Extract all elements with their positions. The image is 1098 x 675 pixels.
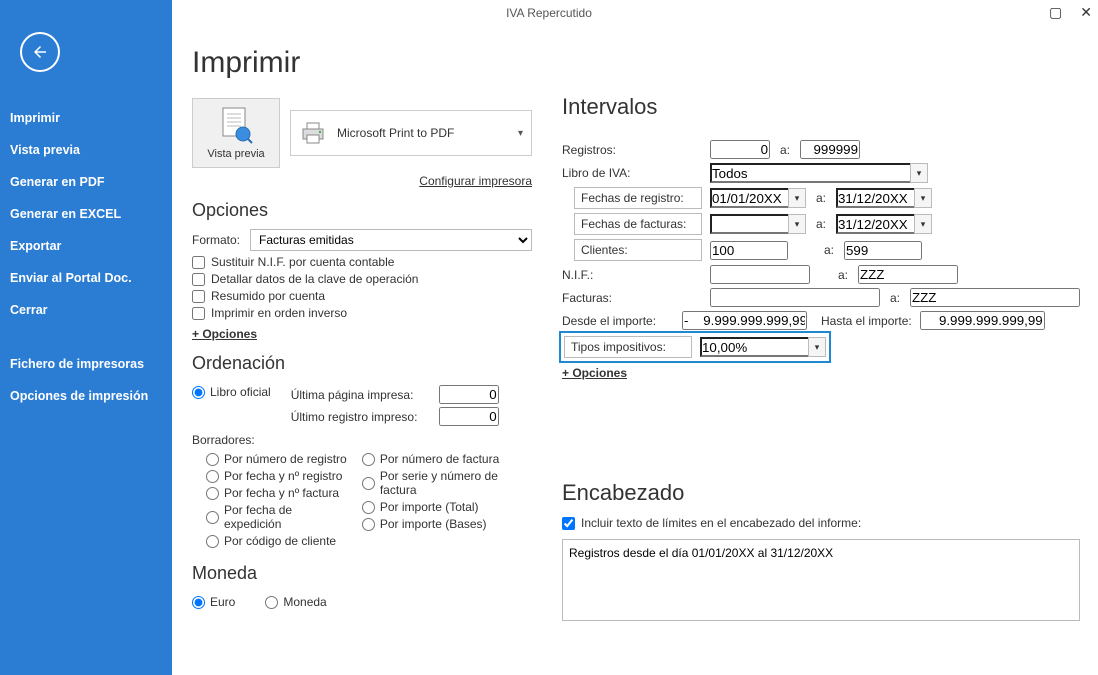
nif-from[interactable]: [710, 265, 810, 284]
chevron-down-icon[interactable]: ▾: [914, 188, 932, 208]
radio-importe-bases[interactable]: Por importe (Bases): [362, 517, 532, 531]
sidebar-item-imprimir[interactable]: Imprimir: [0, 102, 172, 134]
radio-euro[interactable]: Euro: [192, 595, 235, 609]
section-encabezado: Encabezado: [562, 480, 1080, 506]
radio-moneda[interactable]: Moneda: [265, 595, 326, 609]
desde-importe-label: Desde el importe:: [562, 314, 674, 328]
sidebar-item-opciones-impresion[interactable]: Opciones de impresión: [0, 380, 172, 412]
close-icon[interactable]: ✕: [1080, 4, 1092, 21]
check-incluir-texto-limites[interactable]: Incluir texto de límites en el encabezad…: [562, 516, 1080, 530]
libro-iva-label: Libro de IVA:: [562, 166, 702, 180]
ult-pag-input[interactable]: [439, 385, 499, 404]
vista-previa-button[interactable]: Vista previa: [192, 98, 280, 168]
radio-fecha-registro[interactable]: Por fecha y nº registro: [206, 469, 348, 483]
radio-fecha-expedicion[interactable]: Por fecha de expedición: [206, 503, 348, 531]
fechas-registro-to[interactable]: [836, 188, 914, 208]
intervalos-more-link[interactable]: + Opciones: [562, 366, 627, 380]
vista-previa-label: Vista previa: [207, 148, 264, 160]
printer-name: Microsoft Print to PDF: [337, 126, 454, 140]
section-ordenacion: Ordenación: [192, 353, 532, 374]
configurar-impresora-link[interactable]: Configurar impresora: [192, 174, 532, 188]
ult-reg-input[interactable]: [439, 407, 499, 426]
registros-from[interactable]: [710, 140, 770, 159]
facturas-label: Facturas:: [562, 291, 702, 305]
facturas-to[interactable]: [910, 288, 1080, 307]
back-button[interactable]: [20, 32, 60, 72]
clientes-from[interactable]: [710, 241, 788, 260]
maximize-icon[interactable]: ▢: [1049, 4, 1062, 21]
tipos-impositivos-label[interactable]: Tipos impositivos:: [564, 336, 692, 358]
hasta-importe-label: Hasta el importe:: [821, 314, 912, 328]
printer-selector[interactable]: Microsoft Print to PDF ▾: [290, 110, 532, 156]
chevron-down-icon[interactable]: ▾: [788, 214, 806, 234]
fechas-registro-from[interactable]: [710, 188, 788, 208]
chevron-down-icon[interactable]: ▾: [910, 163, 928, 183]
window-title: IVA Repercutido: [506, 6, 592, 20]
facturas-from[interactable]: [710, 288, 880, 307]
chevron-down-icon[interactable]: ▾: [788, 188, 806, 208]
sidebar-item-vista-previa[interactable]: Vista previa: [0, 134, 172, 166]
radio-fecha-factura[interactable]: Por fecha y nº factura: [206, 486, 348, 500]
document-preview-icon: [219, 106, 253, 144]
sidebar-item-generar-excel[interactable]: Generar en EXCEL: [0, 198, 172, 230]
libro-iva-select[interactable]: [710, 163, 910, 183]
check-orden-inverso[interactable]: Imprimir en orden inverso: [192, 306, 532, 320]
sidebar-item-enviar-portal[interactable]: Enviar al Portal Doc.: [0, 262, 172, 294]
nif-to[interactable]: [858, 265, 958, 284]
ult-reg-label: Último registro impreso:: [291, 410, 431, 424]
fechas-registro-label[interactable]: Fechas de registro:: [574, 187, 702, 209]
fechas-facturas-label[interactable]: Fechas de facturas:: [574, 213, 702, 235]
a-label: a:: [778, 143, 792, 157]
formato-label: Formato:: [192, 233, 244, 247]
radio-libro-oficial[interactable]: Libro oficial: [192, 385, 271, 399]
page-title: Imprimir: [192, 46, 532, 80]
check-detallar-clave[interactable]: Detallar datos de la clave de operación: [192, 272, 532, 286]
borradores-label: Borradores:: [192, 433, 532, 447]
sidebar-item-exportar[interactable]: Exportar: [0, 230, 172, 262]
clientes-label[interactable]: Clientes:: [574, 239, 702, 261]
chevron-down-icon[interactable]: ▾: [808, 337, 826, 357]
printer-icon: [299, 121, 327, 145]
sidebar-item-generar-pdf[interactable]: Generar en PDF: [0, 166, 172, 198]
clientes-to[interactable]: [844, 241, 922, 260]
section-opciones: Opciones: [192, 200, 532, 221]
radio-num-registro[interactable]: Por número de registro: [206, 452, 348, 466]
sidebar-item-cerrar[interactable]: Cerrar: [0, 294, 172, 326]
registros-label: Registros:: [562, 143, 702, 157]
section-intervalos: Intervalos: [562, 94, 1080, 120]
sidebar-item-fichero-impresoras[interactable]: Fichero de impresoras: [0, 348, 172, 380]
ult-pag-label: Última página impresa:: [291, 388, 431, 402]
desde-importe-input[interactable]: [682, 311, 807, 330]
fechas-facturas-to[interactable]: [836, 214, 914, 234]
radio-num-factura[interactable]: Por número de factura: [362, 452, 532, 466]
check-resumido-cuenta[interactable]: Resumido por cuenta: [192, 289, 532, 303]
hasta-importe-input[interactable]: [920, 311, 1045, 330]
encabezado-textarea[interactable]: [562, 539, 1080, 621]
fechas-facturas-from[interactable]: [710, 214, 788, 234]
sidebar: Imprimir Vista previa Generar en PDF Gen…: [0, 0, 172, 675]
registros-to[interactable]: [800, 140, 860, 159]
radio-codigo-cliente[interactable]: Por código de cliente: [206, 534, 348, 548]
section-moneda: Moneda: [192, 563, 532, 584]
formato-select[interactable]: Facturas emitidas: [250, 229, 532, 251]
radio-serie-num-factura[interactable]: Por serie y número de factura: [362, 469, 532, 497]
chevron-down-icon: ▾: [518, 128, 523, 139]
opciones-more-link[interactable]: + Opciones: [192, 327, 257, 341]
check-sustituir-nif[interactable]: Sustituir N.I.F. por cuenta contable: [192, 255, 532, 269]
nif-label: N.I.F.:: [562, 268, 702, 282]
tipos-impositivos-select[interactable]: [700, 337, 808, 357]
chevron-down-icon[interactable]: ▾: [914, 214, 932, 234]
radio-importe-total[interactable]: Por importe (Total): [362, 500, 532, 514]
